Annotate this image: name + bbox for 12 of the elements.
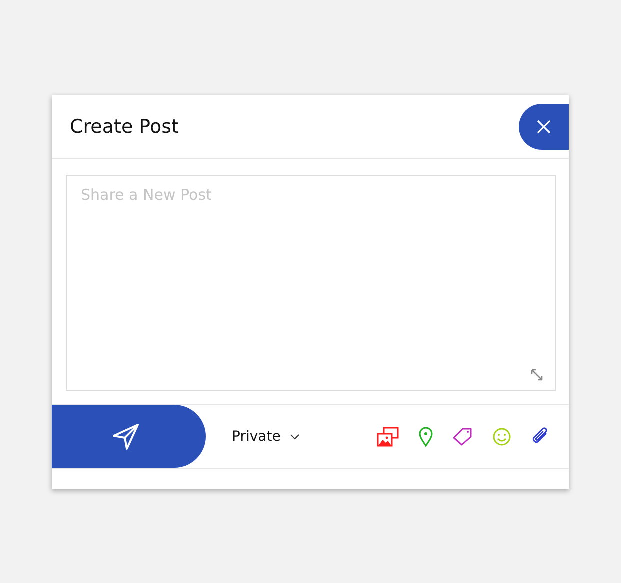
send-icon	[111, 422, 141, 452]
privacy-dropdown[interactable]: Private	[232, 428, 300, 444]
location-pin-icon[interactable]	[419, 426, 433, 446]
tag-icon[interactable]	[453, 428, 473, 446]
post-field[interactable]: Share a New Post	[66, 175, 556, 391]
chevron-down-icon	[290, 434, 300, 440]
resize-icon[interactable]	[530, 368, 544, 382]
images-icon[interactable]	[377, 426, 399, 446]
dialog-title: Create Post	[70, 116, 179, 138]
close-icon	[536, 118, 552, 134]
close-button[interactable]	[519, 104, 569, 150]
send-button[interactable]	[52, 405, 206, 468]
